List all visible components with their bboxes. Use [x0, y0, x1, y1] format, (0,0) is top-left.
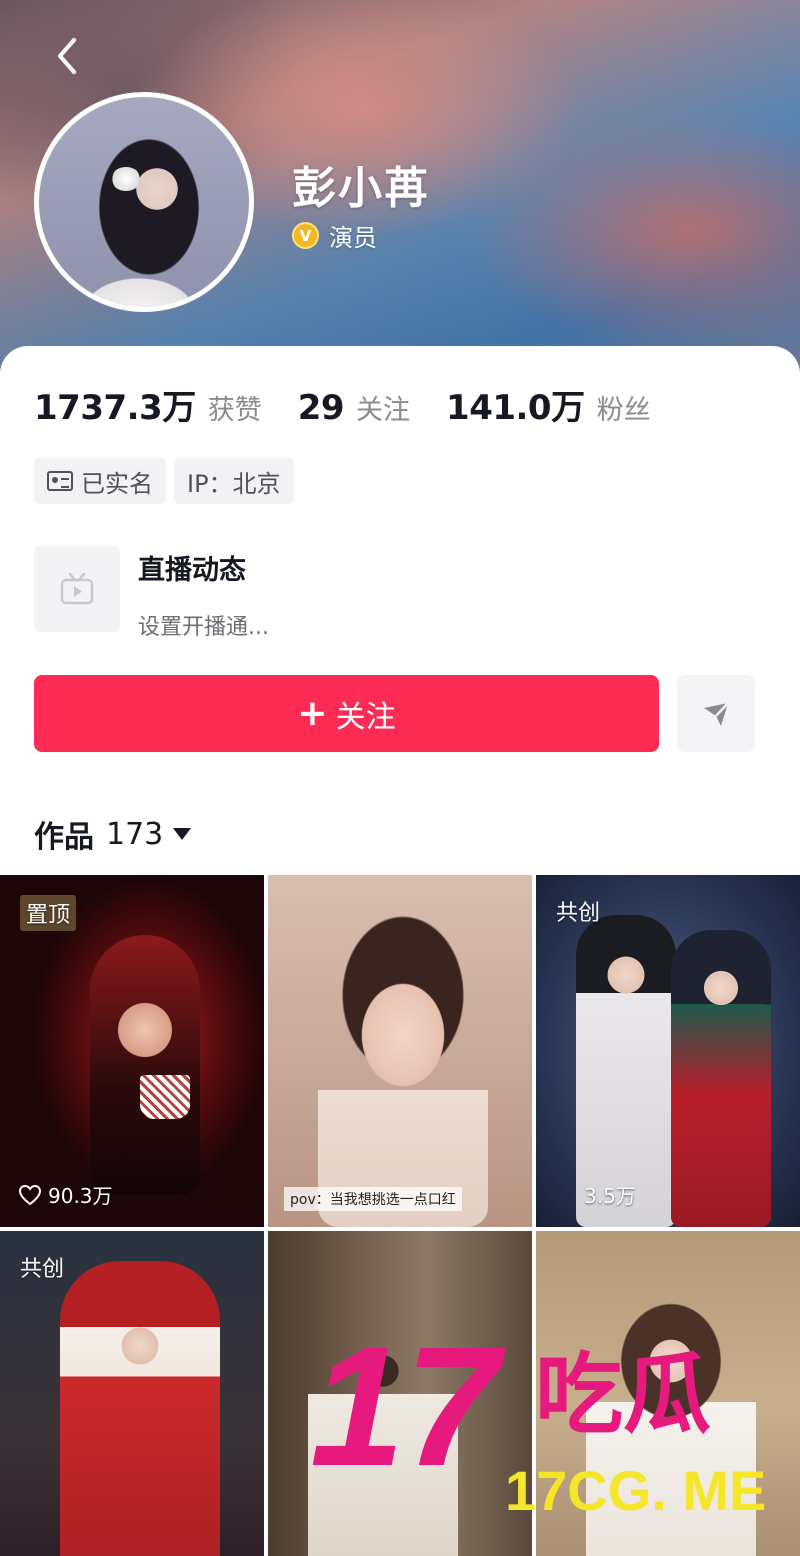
avatar-hair-flower — [111, 167, 141, 191]
tv-icon — [60, 572, 94, 605]
live-title: 直播动态 — [138, 555, 246, 586]
likes-value: 1737.3万 — [34, 388, 196, 428]
verification-badge: V 演员 — [292, 218, 377, 253]
site-watermark: 17 吃瓜 17CG. ME — [300, 1312, 790, 1530]
watermark-chinese: 吃瓜 — [535, 1343, 711, 1446]
tile-likes: 3.5万 — [584, 1180, 636, 1209]
tile-caption: pov：当我想挑选一点口红 — [284, 1187, 462, 1211]
profile-tags: 已实名 IP：北京 — [34, 458, 302, 504]
profile-name: 彭小苒 — [292, 163, 430, 214]
follow-button[interactable]: + 关注 — [34, 675, 659, 752]
tile-figure-right — [671, 930, 771, 1227]
stat-likes: 1737.3万 获赞 — [34, 380, 262, 429]
followers-label: 粉丝 — [596, 395, 651, 426]
heart-icon — [18, 1184, 42, 1205]
caret-down-icon — [173, 828, 192, 840]
watermark-logo: 17 吃瓜 17CG. ME — [310, 1312, 766, 1522]
works-tab[interactable]: 作品 173 — [34, 812, 192, 856]
tile-likes-count: 90.3万 — [48, 1184, 113, 1208]
id-card-icon — [47, 471, 73, 491]
stats-row: 1737.3万 获赞 29 关注 141.0万 粉丝 — [34, 380, 687, 429]
stat-following[interactable]: 29 关注 — [298, 388, 410, 428]
follow-label: 关注 — [335, 699, 396, 735]
tile-badge: 置顶 — [20, 895, 77, 931]
ip-label: IP：北京 — [187, 469, 281, 498]
tile-cup — [140, 1075, 190, 1119]
chevron-left-icon — [58, 38, 76, 74]
works-label: 作品 — [34, 820, 94, 855]
video-tile[interactable]: pov：当我想挑选一点口红 — [268, 875, 532, 1227]
ip-tag: IP：北京 — [174, 458, 294, 504]
following-label: 关注 — [356, 395, 411, 426]
share-arrow-icon — [704, 701, 729, 726]
avatar[interactable] — [34, 92, 254, 312]
tile-figure — [318, 885, 488, 1227]
live-text: 直播动态 设置开播通... — [138, 546, 269, 641]
realname-label: 已实名 — [81, 469, 153, 498]
live-thumbnail — [34, 546, 120, 632]
likes-label: 获赞 — [207, 395, 262, 426]
works-count: 173 — [106, 816, 164, 852]
share-button[interactable] — [677, 675, 755, 752]
video-tile[interactable]: 共创 — [0, 1231, 264, 1556]
tile-figure — [90, 935, 200, 1195]
watermark-site: 17CG. ME — [505, 1459, 766, 1522]
stat-followers[interactable]: 141.0万 粉丝 — [446, 380, 651, 429]
video-tile[interactable]: 共创 3.5万 — [536, 875, 800, 1227]
plus-icon: + — [297, 693, 328, 734]
followers-value: 141.0万 — [446, 388, 585, 428]
tile-badge: 共创 — [556, 901, 601, 926]
realname-tag: 已实名 — [34, 458, 166, 504]
live-subtitle: 设置开播通... — [138, 615, 269, 640]
tile-likes: 90.3万 — [18, 1180, 113, 1209]
watermark-big-number: 17 — [310, 1330, 507, 1502]
back-button[interactable] — [46, 34, 90, 78]
live-updates-entry[interactable]: 直播动态 设置开播通... — [34, 546, 269, 641]
tile-badge: 共创 — [20, 1257, 65, 1282]
following-value: 29 — [297, 388, 345, 428]
video-tile[interactable]: 置顶 90.3万 — [0, 875, 264, 1227]
tile-likes-count: 3.5万 — [584, 1184, 636, 1208]
tile-figure — [60, 1261, 220, 1556]
verified-label: 演员 — [329, 224, 377, 252]
verified-v-icon: V — [292, 222, 319, 249]
